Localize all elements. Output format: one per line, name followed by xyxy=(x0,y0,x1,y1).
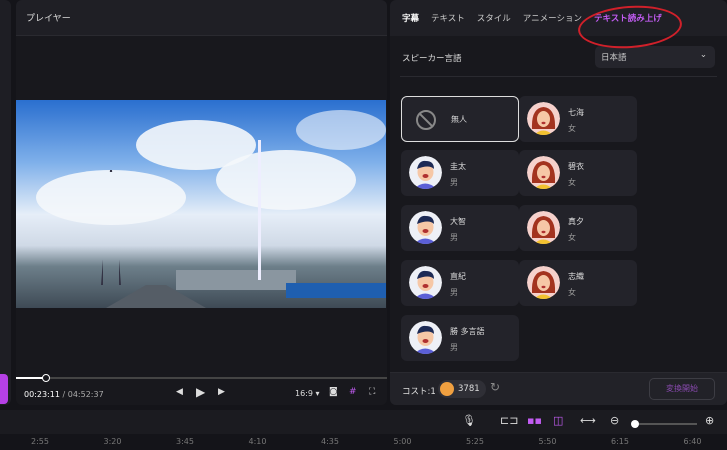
microphone-icon[interactable]: 🎙︎ xyxy=(462,414,476,427)
speaker-language-label: スピーカー言語 xyxy=(402,54,462,64)
prev-frame-icon[interactable]: ◀︎ xyxy=(176,387,183,397)
voice-card[interactable]: 勝 多言語男 xyxy=(401,315,519,361)
timeline-tick: 4:35 xyxy=(321,437,339,446)
zoom-slider[interactable] xyxy=(637,423,697,425)
seek-handle[interactable] xyxy=(41,374,50,382)
avatar xyxy=(409,321,442,354)
voice-card-none[interactable]: 無人 xyxy=(401,96,519,142)
voice-card[interactable]: 碧衣女 xyxy=(519,150,637,196)
timeline-tick: 3:45 xyxy=(176,437,194,446)
voice-name: 直紀 xyxy=(450,272,466,281)
avatar xyxy=(527,211,560,244)
convert-button[interactable]: 変換開始 xyxy=(649,378,715,400)
zoom-out-icon[interactable]: ⊖ xyxy=(610,414,619,427)
timeline-tick: 6:15 xyxy=(611,437,629,446)
tab-subtitles[interactable]: 字幕 xyxy=(402,12,419,24)
voice-name: 碧衣 xyxy=(568,162,584,171)
tab-animation[interactable]: アニメーション xyxy=(523,12,582,24)
voice-card[interactable]: 真夕女 xyxy=(519,205,637,251)
timeline-toolbar: 🎙︎ ⊏⊐ ▪▪ ◫ ⟷ ⊖ ⊕ xyxy=(0,410,727,434)
timeline-tick: 6:40 xyxy=(683,437,702,446)
left-panel-edge xyxy=(0,0,11,405)
voice-gender: 女 xyxy=(568,288,576,297)
next-frame-icon[interactable]: ▶︎ xyxy=(218,387,225,397)
play-icon[interactable]: ▶︎ xyxy=(196,385,205,399)
timeline-tick: 4:10 xyxy=(248,437,267,446)
avatar xyxy=(527,156,560,189)
voice-card[interactable]: 直紀男 xyxy=(401,260,519,306)
avatar xyxy=(409,156,442,189)
player-title: プレイヤー xyxy=(16,0,387,36)
timeline-tick: 2:55 xyxy=(31,437,49,446)
avatar xyxy=(527,102,560,135)
zoom-slider-handle[interactable] xyxy=(631,420,639,428)
grid-icon[interactable]: # xyxy=(349,387,357,397)
tab-style[interactable]: スタイル xyxy=(477,12,511,24)
timeline-tick: 5:50 xyxy=(538,437,557,446)
camera-icon[interactable]: ◙ xyxy=(329,387,338,397)
no-voice-icon xyxy=(416,110,436,130)
fit-icon[interactable]: ⟷ xyxy=(580,414,596,427)
voice-card[interactable]: 志織女 xyxy=(519,260,637,306)
voice-gender: 男 xyxy=(450,288,458,297)
cost-label: コスト:1 xyxy=(402,387,436,397)
voice-gender: 男 xyxy=(450,343,458,352)
aspect-ratio-select[interactable]: 16:9 ▾ xyxy=(295,389,320,398)
video-preview[interactable] xyxy=(16,100,386,308)
voice-name: 無人 xyxy=(451,115,467,124)
voice-name: 圭太 xyxy=(450,162,466,171)
current-time: 00:23:11 xyxy=(24,390,60,399)
media-item-handle[interactable] xyxy=(0,374,8,404)
timeline-tick: 5:00 xyxy=(393,437,412,446)
language-value: 日本語 xyxy=(601,53,627,63)
seek-bar[interactable] xyxy=(16,377,387,379)
voice-card[interactable]: 大智男 xyxy=(401,205,519,251)
voice-gender: 女 xyxy=(568,233,576,242)
snap-icon[interactable]: ▪▪ xyxy=(527,414,542,427)
refresh-icon[interactable]: ↻ xyxy=(490,380,500,394)
voice-name: 大智 xyxy=(450,217,466,226)
avatar xyxy=(527,266,560,299)
fullscreen-icon[interactable]: ⛶ xyxy=(369,387,375,397)
total-time: / 04:52:37 xyxy=(62,390,104,399)
tab-text[interactable]: テキスト xyxy=(431,12,465,24)
voice-gender: 男 xyxy=(450,233,458,242)
zoom-in-icon[interactable]: ⊕ xyxy=(705,414,714,427)
speaker-language-select[interactable]: 日本語 ⌄ xyxy=(595,46,715,68)
voice-gender: 女 xyxy=(568,178,576,187)
tts-footer: コスト:1 3781 ↻ 変換開始 xyxy=(390,372,727,405)
timeline-tick: 5:25 xyxy=(466,437,484,446)
chevron-down-icon: ⌄ xyxy=(699,50,707,60)
link-icon[interactable]: ⊏⊐ xyxy=(500,414,518,427)
coin-icon xyxy=(440,382,454,396)
coin-count: 3781 xyxy=(458,384,480,394)
avatar xyxy=(409,266,442,299)
voice-gender: 男 xyxy=(450,178,458,187)
split-icon[interactable]: ◫ xyxy=(553,414,563,427)
coin-balance: 3781 xyxy=(438,380,486,398)
voice-gender: 女 xyxy=(568,124,576,133)
voice-name: 勝 多言語 xyxy=(450,327,485,336)
voice-name: 七海 xyxy=(568,108,584,117)
timeline-tick: 3:20 xyxy=(103,437,122,446)
time-display: 00:23:11 / 04:52:37 xyxy=(24,390,104,399)
voice-card[interactable]: 七海女 xyxy=(519,96,637,142)
player-panel: プレイヤー 00:23:11 / 04:52:37 ◀︎ ▶︎ ▶︎ 16:9 … xyxy=(16,0,387,405)
text-panel: 字幕 テキスト スタイル アニメーション テキスト読み上げ スピーカー言語 日本… xyxy=(390,0,727,405)
divider xyxy=(400,76,717,77)
voice-name: 真夕 xyxy=(568,217,584,226)
voice-card[interactable]: 圭太男 xyxy=(401,150,519,196)
voice-name: 志織 xyxy=(568,272,584,281)
avatar xyxy=(409,211,442,244)
